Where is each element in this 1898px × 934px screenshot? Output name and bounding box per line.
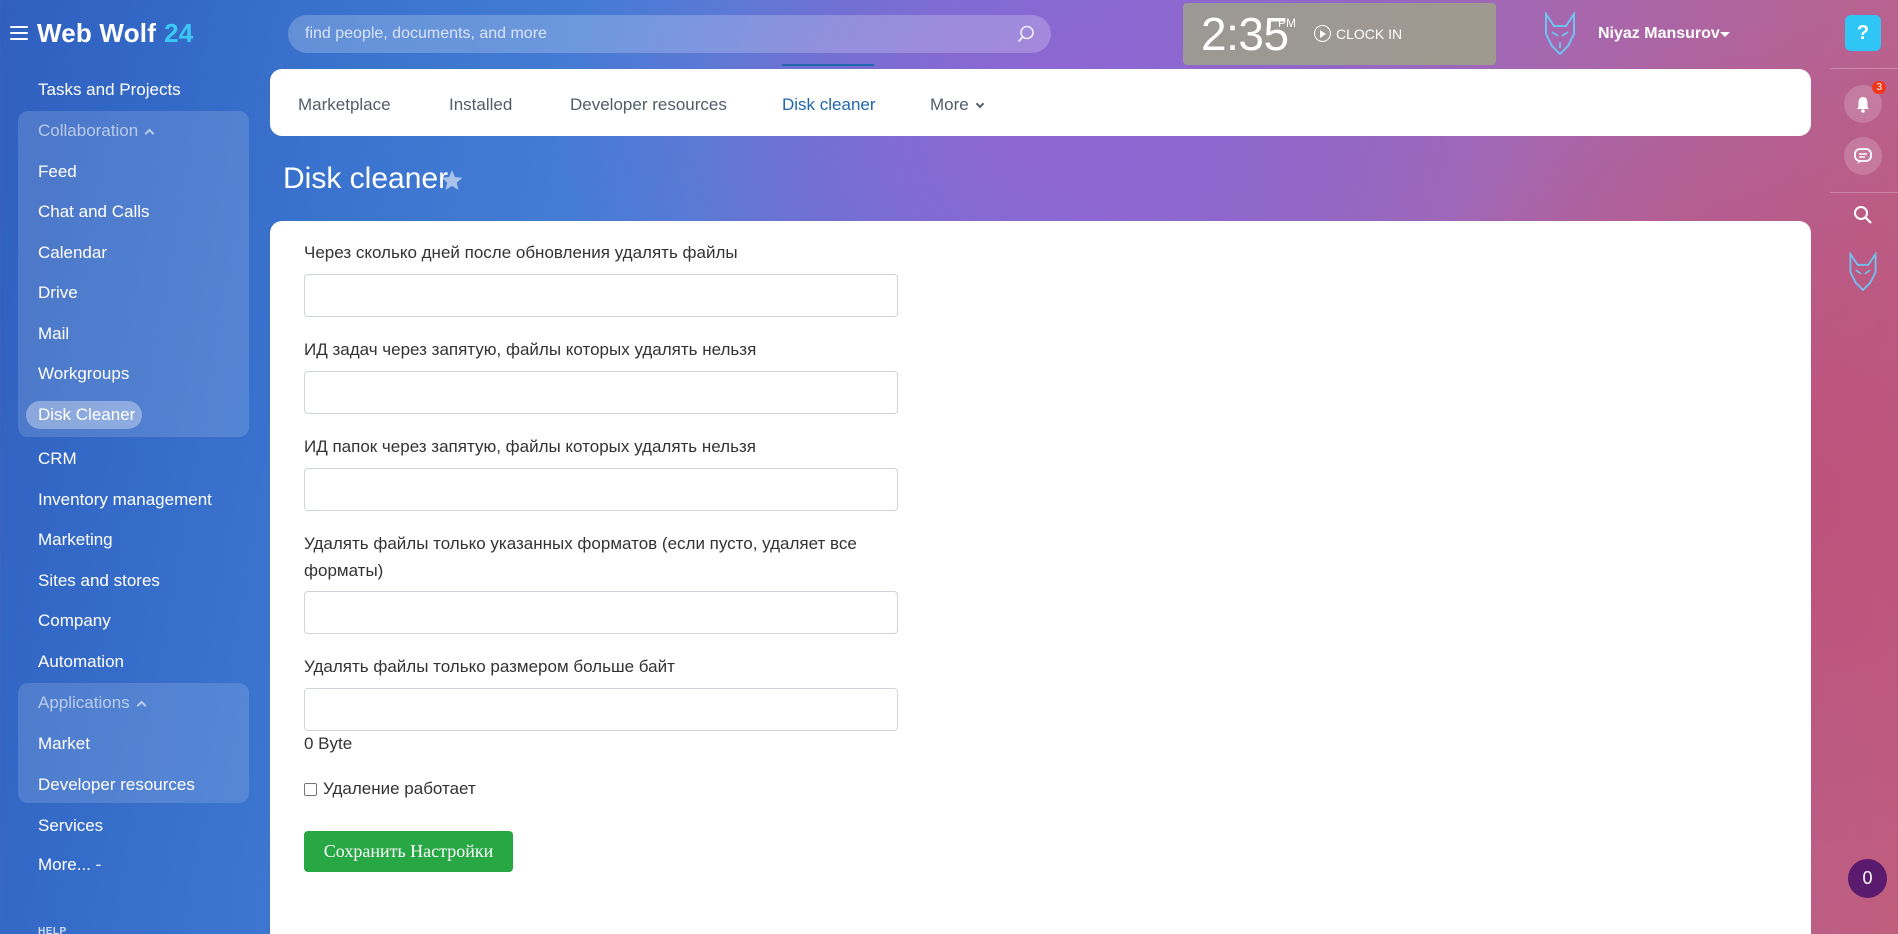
hamburger-menu-icon[interactable] <box>10 26 28 40</box>
days-label: Через сколько дней после обновления удал… <box>304 243 738 262</box>
clock-time: 2:35 <box>1201 8 1289 60</box>
size-input[interactable] <box>304 688 898 731</box>
active-tab-indicator <box>782 64 874 66</box>
save-settings-button[interactable]: Сохранить Настройки <box>304 831 513 872</box>
search-input[interactable]: find people, documents, and more <box>288 15 1051 53</box>
logo[interactable]: Web Wolf 24 <box>37 18 193 49</box>
chat-icon <box>1854 148 1872 164</box>
menu-item-crm[interactable]: CRM <box>38 449 77 469</box>
menu-item-automation[interactable]: Automation <box>38 652 124 672</box>
clock-ampm: PM <box>1278 16 1296 30</box>
collaboration-title-text: Collaboration <box>38 121 139 140</box>
play-icon <box>1314 25 1331 42</box>
rail-divider <box>1830 192 1898 193</box>
tabs-panel: Marketplace Installed Developer resource… <box>270 69 1811 136</box>
menu-item-tasks[interactable]: Tasks and Projects <box>38 80 181 100</box>
tab-developer-resources[interactable]: Developer resources <box>570 95 727 115</box>
menu-item-company[interactable]: Company <box>38 611 111 631</box>
page-title: Disk cleaner <box>283 162 449 195</box>
menu-item-market[interactable]: Market <box>38 734 90 754</box>
formats-input[interactable] <box>304 591 898 634</box>
formats-label: Удалять файлы только указанных форматов … <box>304 534 857 580</box>
chevron-down-icon[interactable] <box>1720 32 1730 37</box>
deletion-enabled-label: Удаление работает <box>323 779 476 798</box>
menu-item-sites[interactable]: Sites and stores <box>38 571 160 591</box>
size-label: Удалять файлы только размером больше бай… <box>304 657 675 676</box>
menu-item-calendar[interactable]: Calendar <box>38 243 107 263</box>
search-icon[interactable] <box>1853 205 1873 225</box>
chevron-up-icon <box>136 700 147 711</box>
bell-icon <box>1857 97 1869 113</box>
notifications-button[interactable]: 3 <box>1844 81 1886 123</box>
tab-disk-cleaner[interactable]: Disk cleaner <box>782 95 876 115</box>
clock-in-button[interactable]: CLOCK IN <box>1314 25 1402 42</box>
menu-item-mail[interactable]: Mail <box>38 324 69 344</box>
size-readout: 0 Byte <box>304 734 353 753</box>
user-avatar[interactable] <box>1540 12 1580 56</box>
chat-counter-button[interactable]: 0 <box>1848 859 1887 898</box>
help-button[interactable]: ? <box>1845 15 1881 51</box>
user-name[interactable]: Niyaz Mansurov <box>1598 25 1720 43</box>
deletion-enabled-row[interactable]: Удаление работает <box>304 779 476 799</box>
task-ids-label: ИД задач через запятую, файлы которых уд… <box>304 340 757 359</box>
menu-item-more[interactable]: More... - <box>38 855 101 875</box>
tab-more-label: More <box>930 95 969 114</box>
menu-item-marketing[interactable]: Marketing <box>38 530 113 550</box>
logo-text: Web Wolf <box>37 18 157 48</box>
menu-item-developer-resources[interactable]: Developer resources <box>38 775 195 795</box>
menu-item-feed[interactable]: Feed <box>38 162 77 182</box>
chevron-down-icon <box>975 99 984 109</box>
tab-marketplace[interactable]: Marketplace <box>298 95 391 115</box>
help-section-label: HELP <box>38 926 67 934</box>
applications-title-text: Applications <box>38 693 130 712</box>
chevron-up-icon <box>144 128 155 139</box>
menu-item-services[interactable]: Services <box>38 816 103 836</box>
menu-item-disk-cleaner[interactable]: Disk Cleaner <box>38 405 135 425</box>
deletion-enabled-checkbox[interactable] <box>304 782 317 796</box>
search-icon <box>1017 25 1034 43</box>
menu-item-drive[interactable]: Drive <box>38 283 78 303</box>
messenger-button[interactable] <box>1844 137 1882 175</box>
clock-widget[interactable]: 2:35 PM CLOCK IN <box>1183 3 1496 65</box>
menu-item-chat[interactable]: Chat and Calls <box>38 202 150 222</box>
task-ids-input[interactable] <box>304 371 898 414</box>
folder-ids-label: ИД папок через запятую, файлы которых уд… <box>304 437 756 456</box>
menu-item-workgroups[interactable]: Workgroups <box>38 364 129 384</box>
folder-ids-input[interactable] <box>304 468 898 511</box>
wolf-app-icon[interactable] <box>1845 252 1881 292</box>
star-icon[interactable] <box>439 168 465 193</box>
menu-item-inventory[interactable]: Inventory management <box>38 490 212 510</box>
tab-more[interactable]: More <box>930 95 984 115</box>
days-input[interactable] <box>304 274 898 317</box>
clock-in-label: CLOCK IN <box>1336 25 1403 42</box>
tab-installed[interactable]: Installed <box>449 95 512 115</box>
collaboration-group-title[interactable]: Collaboration <box>38 121 155 141</box>
logo-number: 24 <box>164 18 194 48</box>
applications-group-title[interactable]: Applications <box>38 693 147 713</box>
collaboration-group <box>18 111 249 437</box>
search-placeholder: find people, documents, and more <box>305 25 547 42</box>
rail-divider <box>1830 68 1898 69</box>
notifications-badge: 3 <box>1872 81 1886 94</box>
